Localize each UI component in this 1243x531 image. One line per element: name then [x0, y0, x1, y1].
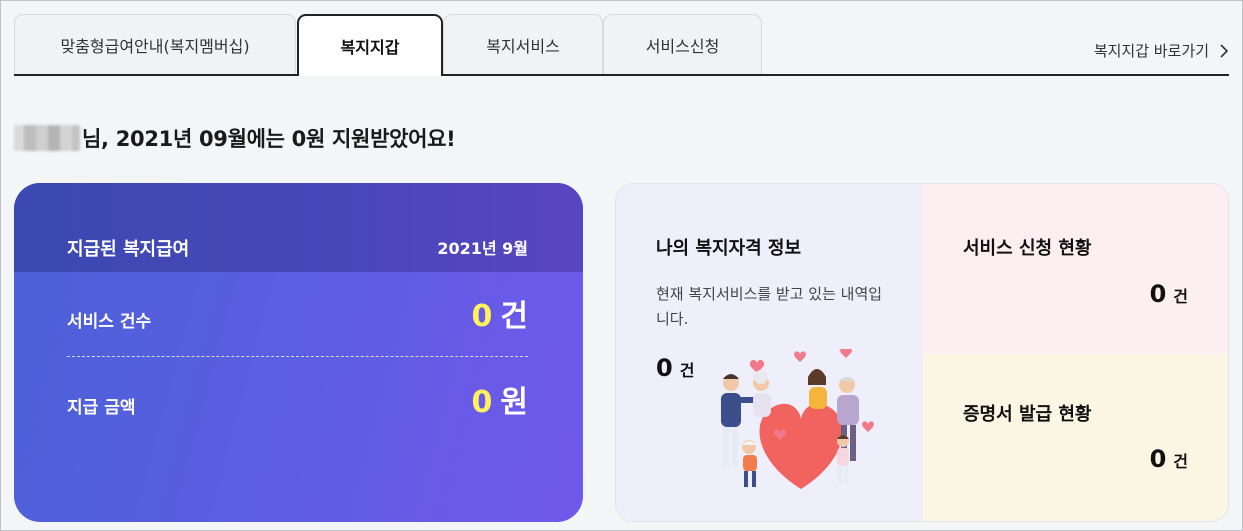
amount-value: 0 원 — [472, 377, 528, 421]
payment-card-divider — [67, 356, 528, 357]
service-count-label: 서비스 건수 — [67, 312, 152, 332]
tab-label: 맞춤형급여안내(복지멤버십) — [60, 36, 250, 56]
certificate-status-title: 증명서 발급 현황 — [963, 404, 1092, 425]
certificate-status-count: 0 건 — [1150, 445, 1188, 473]
welfare-info-panel: 나의 복지자격 정보 현재 복지서비스를 받고 있는 내역입니다. 0 건 서비… — [615, 183, 1229, 522]
welfare-wallet-shortcut-link[interactable]: 복지지갑 바로가기 — [1094, 40, 1229, 61]
greeting-text: 님, 2021년 09월에는 0원 지원받았어요! — [82, 127, 456, 151]
certificate-issuance-status-box[interactable]: 증명서 발급 현황 0 건 — [923, 354, 1228, 521]
service-application-status-box[interactable]: 서비스 신청 현황 0 건 — [923, 184, 1228, 354]
service-count-unit: 건 — [500, 299, 528, 334]
amount-number: 0 — [471, 385, 493, 420]
chevron-right-icon — [1220, 43, 1229, 58]
certificate-status-count-number: 0 — [1149, 445, 1167, 473]
tab-bar: 맞춤형급여안내(복지멤버십) 복지지갑 복지서비스 서비스신청 복지지갑 바로가… — [14, 14, 1229, 76]
payment-summary-card: 지급된 복지급여 2021년 9월 서비스 건수 0 건 지급 금액 0 원 — [14, 183, 583, 522]
tab-label: 서비스신청 — [645, 36, 720, 56]
tab-custom-benefit-guide[interactable]: 맞춤형급여안내(복지멤버십) — [14, 14, 296, 74]
shortcut-label: 복지지갑 바로가기 — [1093, 42, 1209, 60]
qualification-count: 0 건 — [656, 354, 694, 382]
service-status-count: 0 건 — [1150, 280, 1188, 308]
service-count-value: 0 건 — [472, 291, 528, 335]
qualification-title: 나의 복지자격 정보 — [656, 238, 802, 259]
service-status-count-number: 0 — [1149, 280, 1167, 308]
service-status-title: 서비스 신청 현황 — [963, 238, 1092, 259]
service-status-count-unit: 건 — [1173, 287, 1188, 306]
blurred-user-name — [14, 125, 80, 151]
tab-label: 복지지갑 — [340, 38, 400, 57]
qualification-count-number: 0 — [656, 354, 673, 382]
service-count-number: 0 — [471, 299, 493, 334]
greeting-heading: 님, 2021년 09월에는 0원 지원받았어요! — [14, 122, 456, 154]
family-heart-illustration — [721, 349, 874, 489]
tab-welfare-service[interactable]: 복지서비스 — [443, 14, 603, 74]
certificate-status-count-unit: 건 — [1173, 452, 1188, 471]
tab-service-application[interactable]: 서비스신청 — [603, 14, 762, 74]
qualification-description: 현재 복지서비스를 받고 있는 내역입니다. — [656, 285, 883, 328]
tab-label: 복지서비스 — [486, 36, 560, 56]
qualification-count-unit: 건 — [679, 361, 695, 380]
tab-underline — [14, 74, 1229, 76]
tab-welfare-wallet[interactable]: 복지지갑 — [297, 14, 443, 76]
amount-unit: 원 — [500, 385, 528, 420]
qualification-box[interactable]: 나의 복지자격 정보 현재 복지서비스를 받고 있는 내역입니다. 0 건 — [616, 184, 923, 521]
payment-card-title: 지급된 복지급여 — [67, 239, 190, 260]
payment-card-date: 2021년 9월 — [437, 239, 528, 258]
amount-label: 지급 금액 — [67, 398, 136, 418]
